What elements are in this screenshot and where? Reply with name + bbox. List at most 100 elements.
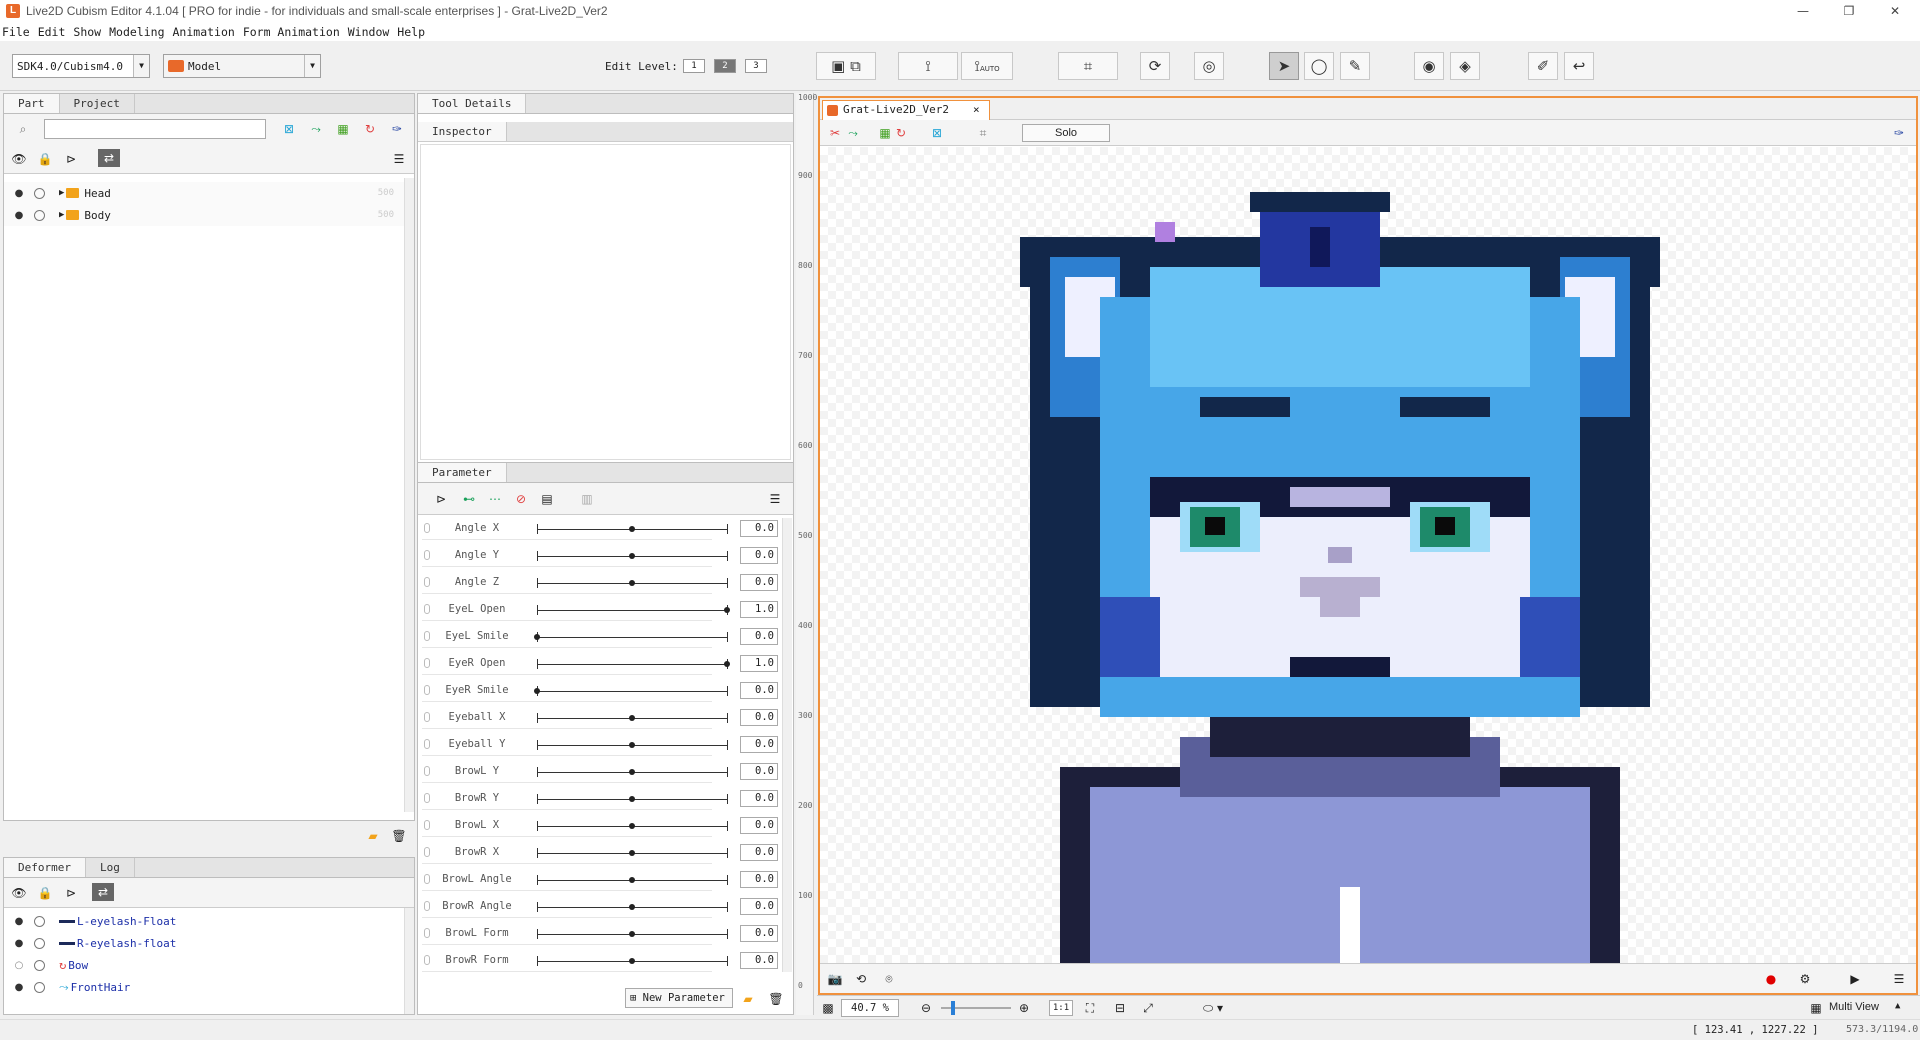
play-circle-icon[interactable]: ⊳ <box>62 150 80 168</box>
parameter-row[interactable]: BrowR X 0.0 <box>422 842 778 864</box>
chevron-right-icon[interactable]: ▶ <box>59 188 64 198</box>
parameter-row[interactable]: EyeL Open 1.0 <box>422 599 778 621</box>
deformer-item[interactable]: ○ ↻ Bow <box>4 954 88 976</box>
deformer-scrollbar[interactable] <box>404 908 414 1014</box>
rotate-icon[interactable]: ⟳ <box>1140 52 1170 80</box>
add-keys-icon[interactable]: ⋯ <box>486 490 504 508</box>
parameter-row[interactable]: BrowL Angle 0.0 <box>422 869 778 891</box>
deformer-item[interactable]: ● R-eyelash-float <box>4 932 177 954</box>
lock-icon[interactable]: 🔒 <box>36 150 54 168</box>
parameter-value[interactable]: 0.0 <box>740 709 778 726</box>
slider-knob[interactable] <box>629 553 635 559</box>
eye-icon[interactable]: ● <box>12 916 26 927</box>
parameter-row[interactable]: EyeR Open 1.0 <box>422 653 778 675</box>
parameter-value[interactable]: 0.0 <box>740 817 778 834</box>
reset-view-icon[interactable]: ⤢ <box>1139 999 1157 1017</box>
rotation-deformer-icon[interactable]: ↻ <box>892 124 910 142</box>
close-tab-icon[interactable]: × <box>973 101 980 119</box>
brush-select-icon[interactable]: ✎ <box>1340 52 1370 80</box>
play-icon[interactable]: ▶ <box>1846 970 1864 988</box>
parameter-slider[interactable] <box>537 664 727 665</box>
pen-icon[interactable]: ✐ <box>1528 52 1558 80</box>
transform-grid-icon[interactable]: ⌗ <box>1058 52 1118 80</box>
parameter-row[interactable]: Angle Y 0.0 <box>422 545 778 567</box>
parameter-row[interactable]: Angle X 0.0 <box>422 518 778 540</box>
parameter-row[interactable]: BrowR Angle 0.0 <box>422 896 778 918</box>
parameter-row[interactable]: Angle Z 0.0 <box>422 572 778 594</box>
menu-modeling[interactable]: Modeling <box>109 25 164 39</box>
eye-icon[interactable]: 👁 <box>10 150 28 168</box>
delete-key-icon[interactable]: ⊘ <box>512 490 530 508</box>
slider-knob[interactable] <box>629 958 635 964</box>
eye-check-icon[interactable]: ◈ <box>1450 52 1480 80</box>
lock-ring-icon[interactable] <box>34 915 45 927</box>
parameter-value[interactable]: 0.0 <box>740 952 778 969</box>
tab-deformer[interactable]: Deformer <box>4 858 86 877</box>
parameter-value[interactable]: 1.0 <box>740 655 778 672</box>
mesh-edit-icon[interactable]: ⟟ <box>898 52 958 80</box>
play-circle-icon[interactable]: ⊳ <box>432 490 450 508</box>
menu-window[interactable]: Window <box>348 25 390 39</box>
edit-level-2[interactable]: 2 <box>714 59 736 73</box>
parameter-value[interactable]: 0.0 <box>740 763 778 780</box>
trash-icon[interactable]: 🗑 <box>390 827 408 845</box>
part-item-body[interactable]: ● ▶ Body 500 <box>4 204 404 226</box>
warp-icon[interactable]: ⤳ <box>844 124 862 142</box>
warp-icon[interactable]: ⤳ <box>307 120 325 138</box>
part-item-head[interactable]: ● ▶ Head 500 <box>4 182 404 204</box>
eye-off-icon[interactable]: ○ <box>12 960 26 971</box>
tab-log[interactable]: Log <box>86 858 135 877</box>
edit-level-3[interactable]: 3 <box>745 59 767 73</box>
lock-ring-icon[interactable] <box>34 959 45 971</box>
slider-knob[interactable] <box>534 688 540 694</box>
slider-knob[interactable] <box>629 931 635 937</box>
glue-tool-icon[interactable]: ✑ <box>388 120 406 138</box>
parameter-value[interactable]: 0.0 <box>740 547 778 564</box>
slider-knob[interactable] <box>629 877 635 883</box>
pin-icon[interactable]: ✂ <box>826 124 844 142</box>
deformer-item[interactable]: ● ⤳ FrontHair <box>4 976 131 998</box>
parameter-value[interactable]: 0.0 <box>740 628 778 645</box>
zoom-slider-handle[interactable] <box>951 1001 955 1015</box>
lock-ring-icon[interactable] <box>34 937 45 949</box>
canvas-viewport[interactable] <box>820 147 1916 963</box>
parameter-row[interactable]: EyeL Smile 0.0 <box>422 626 778 648</box>
art-mesh-icon[interactable]: ⊠ <box>280 120 298 138</box>
part-search-input[interactable] <box>44 119 266 139</box>
menu-file[interactable]: File <box>2 25 30 39</box>
parameter-row[interactable]: Eyeball Y 0.0 <box>422 734 778 756</box>
menu-form-animation[interactable]: Form Animation <box>243 25 340 39</box>
pen-icon[interactable]: ✑ <box>1890 124 1908 142</box>
parameter-value[interactable]: 0.0 <box>740 682 778 699</box>
parameter-value[interactable]: 0.0 <box>740 736 778 753</box>
multi-view-label[interactable]: Multi View <box>1829 1001 1879 1013</box>
slider-knob[interactable] <box>724 661 730 667</box>
parameter-value[interactable]: 1.0 <box>740 601 778 618</box>
parameter-row[interactable]: BrowL Y 0.0 <box>422 761 778 783</box>
solo-button[interactable]: Solo <box>1022 124 1110 142</box>
menu-icon[interactable]: ☰ <box>390 150 408 168</box>
grid-color-icon[interactable]: ▦ <box>334 120 352 138</box>
parameter-row[interactable]: Eyeball X 0.0 <box>422 707 778 729</box>
trash-icon[interactable]: 🗑 <box>767 990 785 1008</box>
record-icon[interactable]: ● <box>1762 970 1780 988</box>
grid-icon[interactable]: ⌗ <box>974 124 992 142</box>
tab-parameter[interactable]: Parameter <box>418 463 507 482</box>
parameter-row[interactable]: BrowR Form 0.0 <box>422 950 778 972</box>
curve-icon[interactable]: ↩ <box>1564 52 1594 80</box>
add-key-icon[interactable]: ⊷ <box>460 490 478 508</box>
close-button[interactable]: ✕ <box>1872 0 1918 22</box>
slider-knob[interactable] <box>629 580 635 586</box>
list-icon[interactable]: ☰ <box>1890 970 1908 988</box>
menu-icon[interactable]: ☰ <box>766 490 784 508</box>
toggle-icon[interactable]: ⬭ ▾ <box>1193 999 1233 1017</box>
camera-cycle-icon[interactable]: ⟲ <box>852 970 870 988</box>
parameter-value[interactable]: 0.0 <box>740 871 778 888</box>
eye-blink-icon[interactable]: ◉ <box>1414 52 1444 80</box>
parameter-slider[interactable] <box>537 610 727 611</box>
art-mesh-icon[interactable]: ⊠ <box>928 124 946 142</box>
slider-knob[interactable] <box>629 526 635 532</box>
parameter-slider[interactable] <box>537 691 727 692</box>
slider-knob[interactable] <box>629 904 635 910</box>
eye-icon[interactable]: ● <box>12 938 26 949</box>
